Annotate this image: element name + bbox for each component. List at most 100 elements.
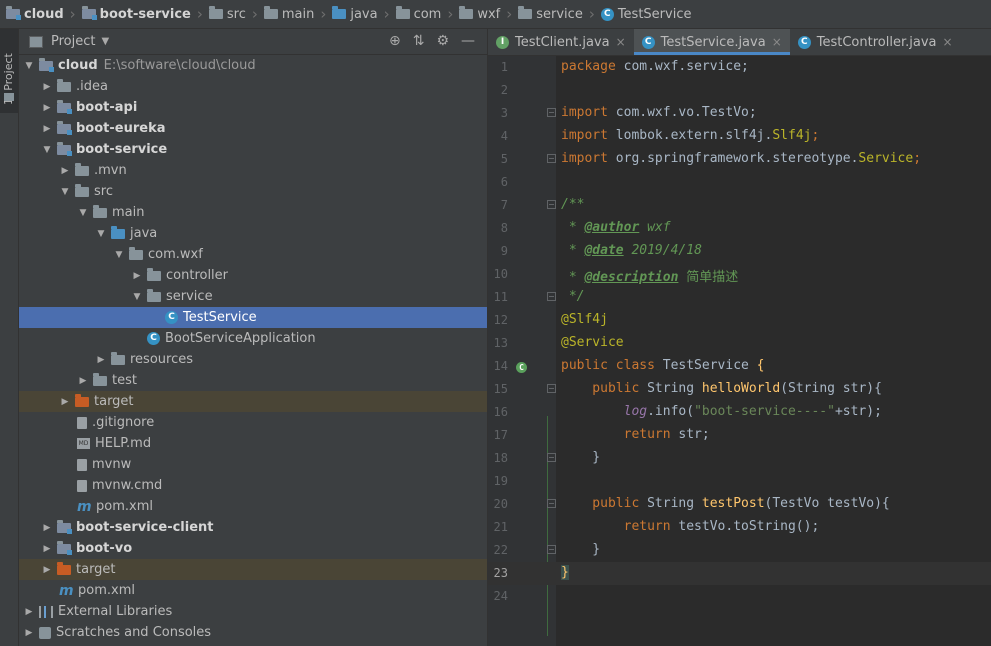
code-line[interactable]: 16 log.info("boot-service----"+str); [488,401,991,424]
breadcrumb-item-wxf[interactable]: wxf [453,6,500,22]
code-line-current[interactable]: 23} [488,562,991,585]
gear-icon[interactable]: ⚙ [436,33,449,49]
expanded-arrow-icon[interactable]: ▼ [95,229,107,239]
code-line[interactable]: 22 } [488,539,991,562]
code-line[interactable]: 8 * @author wxf [488,217,991,240]
close-icon[interactable]: × [942,35,952,49]
tree-item-java[interactable]: ▼ java [19,223,563,244]
minimize-icon[interactable]: — [461,33,475,49]
spring-bean-gutter-icon[interactable]: C [516,359,527,374]
collapsed-arrow-icon[interactable]: ▶ [77,376,89,386]
tree-item-boot-service[interactable]: ▼ boot-service [19,139,509,160]
breadcrumb-item-service[interactable]: service [512,6,583,22]
collapsed-arrow-icon[interactable]: ▶ [59,397,71,407]
expanded-arrow-icon[interactable]: ▼ [131,292,143,302]
tree-item-scratches[interactable]: ▶ Scratches and Consoles [19,622,491,643]
fold-icon[interactable] [547,108,556,117]
code-line[interactable]: 14 Cpublic class TestService { [488,355,991,378]
code-line[interactable]: 9 * @date 2019/4/18 [488,240,991,263]
breadcrumb-item-java[interactable]: java [326,6,378,22]
code-line[interactable]: 2 [488,79,991,102]
fold-icon[interactable] [547,499,556,508]
code-line[interactable]: 10 * @description 简单描述 [488,263,991,286]
tree-item-mvn[interactable]: ▶ .mvn [19,160,527,181]
code-line[interactable]: 24 [488,585,991,608]
collapsed-arrow-icon[interactable]: ▶ [41,565,53,575]
tree-item-idea[interactable]: ▶ .idea [19,76,509,97]
code-line[interactable]: 4 import lombok.extern.slf4j.Slf4j; [488,125,991,148]
tree-item-resources[interactable]: ▶ resources [19,349,563,370]
collapsed-arrow-icon[interactable]: ▶ [41,103,53,113]
code-line[interactable]: 6 [488,171,991,194]
tree-item-src[interactable]: ▼ src [19,181,527,202]
code-line[interactable]: 7/** [488,194,991,217]
code-line[interactable]: 17 return str; [488,424,991,447]
code-line[interactable]: 3 import com.wxf.vo.TestVo; [488,102,991,125]
source-folder-icon [332,6,347,19]
breadcrumb-item-boot-service[interactable]: boot-service [76,6,191,22]
code-line[interactable]: 21 return testVo.toString(); [488,516,991,539]
chevron-down-icon[interactable]: ▼ [101,36,109,47]
breadcrumb-item-com[interactable]: com [390,6,441,22]
breadcrumb-item-cloud[interactable]: cloud [0,6,64,22]
code-line[interactable]: 5 import org.springframework.stereotype.S… [488,148,991,171]
code-line[interactable]: 1 package com.wxf.service; [488,56,991,79]
code-line[interactable]: 12 @Slf4j [488,309,991,332]
tree-item-root-pom-xml[interactable]: m pom.xml [19,580,527,601]
collapsed-arrow-icon[interactable]: ▶ [23,607,35,617]
tree-item-main[interactable]: ▼ main [19,202,545,223]
breadcrumb-item-testservice[interactable]: C TestService [595,7,691,22]
collapsed-arrow-icon[interactable]: ▶ [41,523,53,533]
tab-testclient[interactable]: I TestClient.java × [488,29,634,55]
expanded-arrow-icon[interactable]: ▼ [41,145,53,155]
tree-item-help-md[interactable]: MD HELP.md [19,433,545,454]
locate-target-icon[interactable]: ⊕ [389,33,401,49]
expanded-arrow-icon[interactable]: ▼ [23,61,35,71]
code-line[interactable]: 19 [488,470,991,493]
tree-item-mvnw-cmd[interactable]: mvnw.cmd [19,475,545,496]
scratches-icon [39,626,51,639]
collapse-all-icon[interactable]: ⇅ [413,33,425,49]
fold-icon[interactable] [547,154,556,163]
tab-testcontroller[interactable]: C TestController.java × [790,29,961,55]
fold-icon[interactable] [547,384,556,393]
collapsed-arrow-icon[interactable]: ▶ [41,82,53,92]
tree-item-external-libraries[interactable]: ▶ External Libraries [19,601,491,622]
project-view-selector[interactable]: Project [51,34,95,49]
collapsed-arrow-icon[interactable]: ▶ [131,271,143,281]
fold-icon[interactable] [547,292,556,301]
collapsed-arrow-icon[interactable]: ▶ [23,628,35,638]
tree-item-boot-api[interactable]: ▶ boot-api [19,97,509,118]
fold-icon[interactable] [547,545,556,554]
tree-item-pom-xml[interactable]: m pom.xml [19,496,545,517]
tree-item-boot-eureka[interactable]: ▶ boot-eureka [19,118,509,139]
project-tool-tab[interactable]: 1: Project [0,29,18,113]
tree-item-test[interactable]: ▶ test [19,370,545,391]
tree-item-root-target[interactable]: ▶ target [19,559,509,580]
code-line[interactable]: 11 */ [488,286,991,309]
close-icon[interactable]: × [772,35,782,49]
collapsed-arrow-icon[interactable]: ▶ [59,166,71,176]
expanded-arrow-icon[interactable]: ▼ [59,187,71,197]
code-line[interactable]: 15 public String helloWorld(String str){ [488,378,991,401]
fold-icon[interactable] [547,453,556,462]
close-icon[interactable]: × [616,35,626,49]
expanded-arrow-icon[interactable]: ▼ [77,208,89,218]
tree-item-boot-service-client[interactable]: ▶ boot-service-client [19,517,509,538]
fold-icon[interactable] [547,200,556,209]
collapsed-arrow-icon[interactable]: ▶ [41,544,53,554]
tab-testservice[interactable]: C TestService.java × [633,29,790,55]
tree-item-mvnw[interactable]: mvnw [19,454,545,475]
breadcrumb-item-src[interactable]: src [203,6,246,22]
code-line[interactable]: 18 } [488,447,991,470]
collapsed-arrow-icon[interactable]: ▶ [41,124,53,134]
code-line[interactable]: 20 public String testPost(TestVo testVo)… [488,493,991,516]
expanded-arrow-icon[interactable]: ▼ [113,250,125,260]
breadcrumb-item-main[interactable]: main [258,6,314,22]
tree-item-gitignore[interactable]: .gitignore [19,412,545,433]
tree-item-boot-vo[interactable]: ▶ boot-vo [19,538,509,559]
tree-item-target[interactable]: ▶ target [19,391,527,412]
collapsed-arrow-icon[interactable]: ▶ [95,355,107,365]
tree-item-root[interactable]: ▼ cloud E:\software\cloud\cloud [19,55,491,76]
code-line[interactable]: 13 @Service [488,332,991,355]
